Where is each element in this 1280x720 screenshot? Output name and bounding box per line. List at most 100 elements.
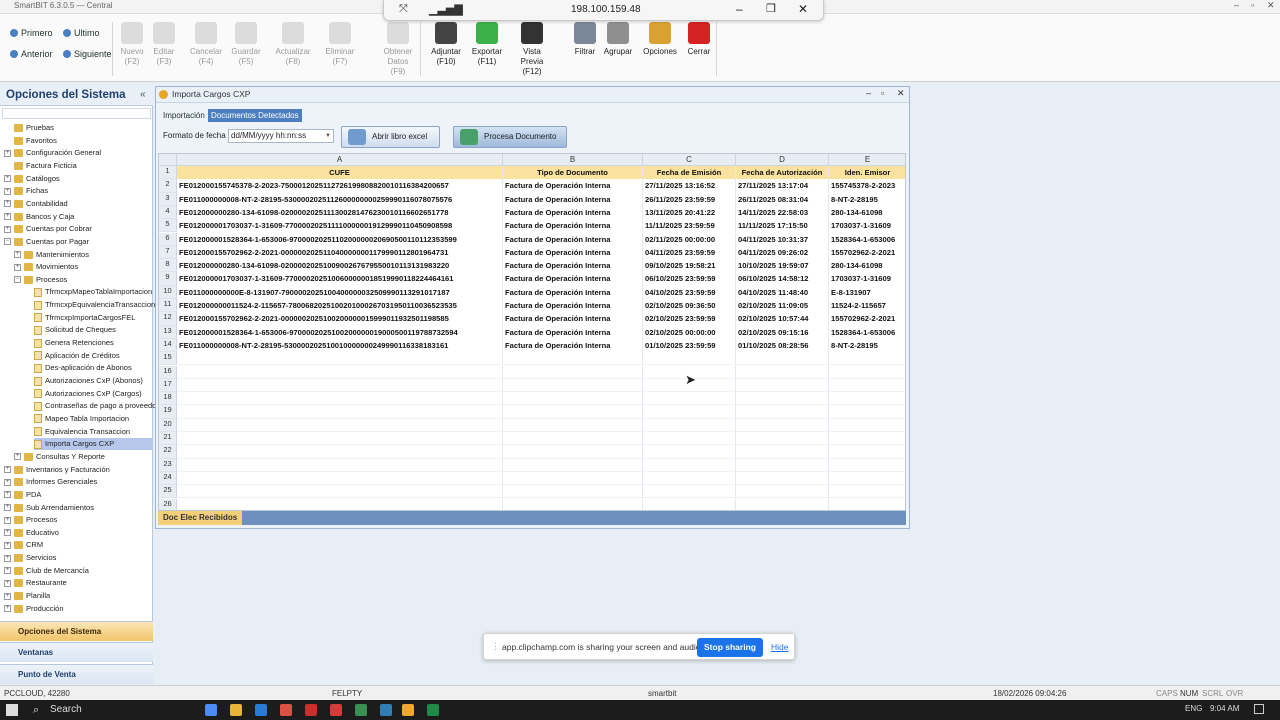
- grid-header-cell[interactable]: CUFE: [177, 166, 503, 180]
- empty-cell[interactable]: [177, 378, 503, 393]
- table-cell[interactable]: FE012000001703037-1-31609-77000020251111…: [177, 219, 503, 233]
- sidebar-item-autorizaciones-cxp-abonos-[interactable]: Autorizaciones CxP (Abonos): [34, 375, 153, 387]
- table-cell[interactable]: FE012000155702962-2-2021-000000202511040…: [177, 245, 503, 260]
- table-cell[interactable]: Factura de Operación Interna: [503, 338, 643, 353]
- expand-icon[interactable]: +: [4, 567, 11, 575]
- empty-cell[interactable]: [829, 352, 905, 366]
- empty-cell[interactable]: [503, 352, 643, 366]
- sidebar-item-autorizaciones-cxp-cargos-[interactable]: Autorizaciones CxP (Cargos): [34, 388, 153, 400]
- table-cell[interactable]: E-8-131907: [829, 286, 905, 299]
- table-cell[interactable]: 1528364-1-653006: [829, 326, 905, 339]
- language-indicator[interactable]: ENG: [1185, 704, 1202, 713]
- guardar-button[interactable]: Guardar (F5): [226, 22, 266, 67]
- empty-cell[interactable]: [503, 405, 643, 419]
- chrome2-taskbar-icon[interactable]: [280, 704, 292, 716]
- row-number[interactable]: 18: [159, 392, 177, 406]
- table-cell[interactable]: FE012000000280-134-61098-020000202511130…: [177, 205, 503, 220]
- sidebar-item-configuración-general[interactable]: + Configuración General: [4, 147, 101, 159]
- table-cell[interactable]: Factura de Operación Interna: [503, 325, 643, 339]
- sidebar-item-inventarios-y-facturación[interactable]: + Inventarios y Facturación: [4, 464, 110, 476]
- expand-icon[interactable]: +: [4, 605, 11, 613]
- minimize-button[interactable]: –: [1234, 0, 1239, 10]
- expand-icon[interactable]: +: [4, 466, 11, 474]
- sidebar-item-aplicación-de-créditos[interactable]: Aplicación de Créditos: [34, 350, 153, 362]
- smartbit-taskbar-icon[interactable]: [402, 704, 414, 716]
- row-number[interactable]: 23: [159, 458, 177, 472]
- table-cell[interactable]: Factura de Operación Interna: [503, 245, 643, 260]
- row-number[interactable]: 20: [159, 418, 177, 432]
- table-cell[interactable]: FE012000155702962-2-2021-000000202510020…: [177, 312, 503, 326]
- table-cell[interactable]: 01/10/2025 08:28:56: [736, 338, 829, 353]
- remote-close-button[interactable]: ✕: [798, 2, 808, 16]
- tab-importacion[interactable]: Importación: [160, 109, 208, 122]
- empty-cell[interactable]: [736, 365, 829, 379]
- remote-minimize-button[interactable]: –: [736, 2, 743, 16]
- sidebar-item-equivalencia-transaccion[interactable]: Equivalencia Transaccion: [34, 426, 153, 438]
- sidebar-item-crm[interactable]: + CRM: [4, 539, 43, 551]
- table-cell[interactable]: 1703037-1-31609: [829, 272, 905, 285]
- row-number[interactable]: 24: [159, 471, 177, 486]
- sidebar-tab-opciones-del-sistema[interactable]: Opciones del Sistema: [0, 621, 153, 641]
- row-number[interactable]: 2: [159, 179, 177, 193]
- table-cell[interactable]: 02/11/2025 00:00:00: [643, 232, 736, 246]
- row-number[interactable]: 1: [159, 166, 177, 180]
- table-cell[interactable]: 09/10/2025 19:58:21: [643, 259, 736, 273]
- explorer-taskbar-icon[interactable]: [230, 704, 242, 716]
- table-cell[interactable]: 280-134-61098: [829, 259, 905, 272]
- table-cell[interactable]: 04/10/2025 23:59:59: [643, 285, 736, 299]
- column-header-b[interactable]: B: [503, 154, 643, 166]
- exportar-button[interactable]: Exportar (F11): [467, 22, 507, 67]
- sidebar-item-cuentas-por-pagar[interactable]: − Cuentas por Pagar: [4, 236, 89, 248]
- row-number[interactable]: 7: [159, 245, 177, 260]
- empty-cell[interactable]: [829, 445, 905, 459]
- table-cell[interactable]: 02/10/2025 00:00:00: [643, 325, 736, 339]
- row-number[interactable]: 16: [159, 365, 177, 379]
- table-cell[interactable]: 01/10/2025 23:59:59: [643, 338, 736, 353]
- empty-cell[interactable]: [177, 432, 503, 446]
- sidebar-item-contraseñas-de-pago-a-proveedor[interactable]: Contraseñas de pago a proveedor: [34, 400, 159, 412]
- table-cell[interactable]: Factura de Operación Interna: [503, 259, 643, 273]
- table-cell[interactable]: FE012000000011524-2-115657-7800682025100…: [177, 299, 503, 313]
- table-cell[interactable]: 280-134-61098: [829, 206, 905, 219]
- table-cell[interactable]: Factura de Operación Interna: [503, 232, 643, 246]
- empty-cell[interactable]: [736, 418, 829, 432]
- table-cell[interactable]: Factura de Operación Interna: [503, 219, 643, 233]
- empty-cell[interactable]: [177, 365, 503, 379]
- sidebar-item-restaurante[interactable]: + Restaurante: [4, 577, 67, 589]
- sidebar-item-genera-retenciones[interactable]: Genera Retenciones: [34, 337, 153, 349]
- process-document-button[interactable]: Procesa Documento: [453, 126, 567, 148]
- empty-cell[interactable]: [643, 405, 736, 419]
- table-cell[interactable]: 02/10/2025 11:09:05: [736, 299, 829, 313]
- empty-cell[interactable]: [736, 471, 829, 486]
- table-cell[interactable]: 11524-2-115657: [829, 299, 905, 312]
- empty-cell[interactable]: [643, 432, 736, 446]
- notifications-icon[interactable]: [1254, 704, 1264, 714]
- sidebar-item-cuentas-por-cobrar[interactable]: + Cuentas por Cobrar: [4, 223, 92, 235]
- table-cell[interactable]: 04/11/2025 10:31:37: [736, 232, 829, 246]
- taskbar-search[interactable]: ⌕ Search: [28, 702, 158, 718]
- empty-cell[interactable]: [643, 352, 736, 366]
- sidebar-item-movimientos[interactable]: + Movimientos: [14, 261, 78, 273]
- app3-taskbar-icon[interactable]: [330, 704, 342, 716]
- empty-cell[interactable]: [177, 458, 503, 472]
- remote-restore-button[interactable]: ❐: [766, 2, 776, 15]
- row-number[interactable]: 25: [159, 485, 177, 499]
- expand-icon[interactable]: +: [14, 453, 21, 461]
- previous-record-button[interactable]: Anterior: [10, 49, 53, 59]
- maximize-button[interactable]: ▫: [1251, 0, 1254, 10]
- empty-cell[interactable]: [503, 445, 643, 459]
- drag-handle-icon[interactable]: ⋮: [491, 641, 500, 652]
- empty-cell[interactable]: [829, 366, 905, 379]
- editar-button[interactable]: Editar (F3): [144, 22, 184, 67]
- close-window-button[interactable]: ✕: [1267, 0, 1275, 11]
- row-number[interactable]: 12: [159, 312, 177, 326]
- sheet-tab-doc-elec-recibidos[interactable]: Doc Elec Recibidos: [158, 511, 243, 525]
- table-cell[interactable]: 06/10/2025 14:58:12: [736, 272, 829, 286]
- sidebar-item-pda[interactable]: + PDA: [4, 489, 41, 501]
- table-cell[interactable]: FE012000000280-134-61098-020000202510090…: [177, 259, 503, 273]
- expand-icon[interactable]: +: [4, 529, 11, 537]
- empty-cell[interactable]: [177, 471, 503, 486]
- expand-icon[interactable]: +: [4, 175, 11, 183]
- first-record-button[interactable]: Primero: [10, 28, 53, 38]
- table-cell[interactable]: 1528364-1-653006: [829, 233, 905, 246]
